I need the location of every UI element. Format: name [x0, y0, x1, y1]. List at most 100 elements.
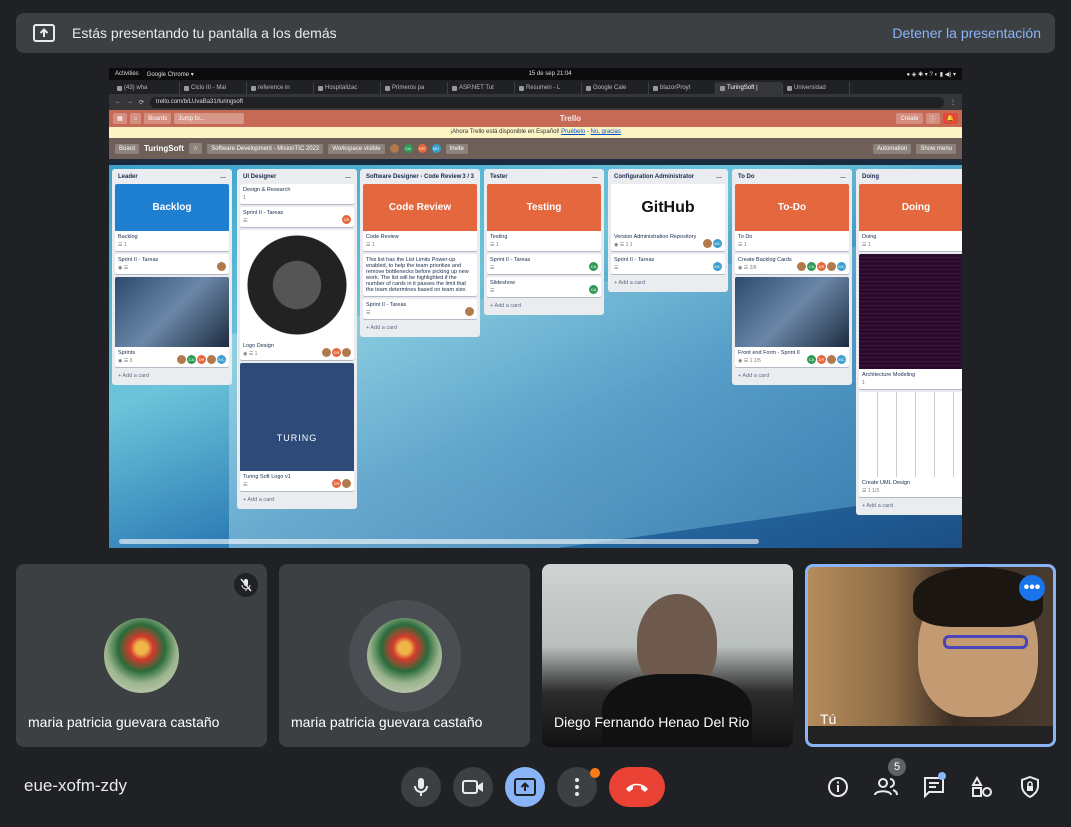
member-avatar[interactable]: CA [187, 355, 196, 364]
trello-card[interactable]: Architecture Modeling 1 [859, 254, 962, 389]
member-avatar[interactable]: CA [807, 262, 816, 271]
trello-list[interactable]: Leader… Backlog Backlog ☰ 1 Sprint II - Tare… [112, 169, 232, 385]
browser-tab[interactable]: Hospitalizac [314, 82, 381, 94]
info-icon[interactable]: ⓘ [925, 113, 940, 124]
browser-menu-icon[interactable]: ⋮ [950, 99, 956, 106]
list-header[interactable]: Configuration Administrator… [611, 172, 725, 184]
apps-icon[interactable]: ▦ [113, 113, 127, 124]
trello-list[interactable]: To Do… To-Do To Do ☰ 1 Create Backlog Cards ◉… [732, 169, 852, 385]
trello-card[interactable]: Doing Doing ☰ 1 [859, 184, 962, 251]
trello-card[interactable]: Sprint II - Tareas ◉ ☰ [115, 254, 229, 274]
trello-list[interactable]: UI Designer… Design & Research 1 Sprint II … [237, 169, 357, 509]
member-avatar[interactable]: DR [332, 348, 341, 357]
list-header[interactable]: To Do… [735, 172, 849, 184]
list-menu-icon[interactable]: … [716, 174, 722, 180]
member-avatar[interactable]: MC [837, 355, 846, 364]
browser-tab[interactable]: Resumen - L [515, 82, 582, 94]
member-avatar[interactable]: CA [807, 355, 816, 364]
add-card-button[interactable]: + Add a card [240, 494, 354, 506]
more-options-button[interactable]: ••• [1019, 575, 1045, 601]
visibility-button[interactable]: Workspace visible [328, 143, 385, 154]
trello-card[interactable]: Sprint II - Tareas ☰ CA [487, 254, 601, 274]
browser-tab[interactable]: Ciclo III - Mal [180, 82, 247, 94]
member-avatar[interactable] [389, 144, 399, 153]
participant-tile[interactable]: maria patricia guevara castaño [16, 564, 267, 747]
member-avatar[interactable] [827, 262, 836, 271]
no-thanks-link[interactable]: No, gracias [591, 129, 621, 135]
show-menu-button[interactable]: Show menu [916, 143, 956, 154]
member-avatar[interactable]: MC [837, 262, 846, 271]
member-avatar[interactable]: DR [197, 355, 206, 364]
member-avatar[interactable] [465, 307, 474, 316]
trello-card[interactable]: Backlog Backlog ☰ 1 [115, 184, 229, 251]
member-avatar[interactable]: MC [431, 144, 441, 153]
trello-card[interactable]: Front end Form - Sprint II ◉ ☰ 1 1/5 CA DR M… [735, 277, 849, 367]
board-scrollbar[interactable] [119, 539, 759, 544]
member-avatar[interactable]: MC [217, 355, 226, 364]
board-view-switch[interactable]: Board [115, 143, 140, 154]
trello-list[interactable]: Doing…DoingDoing☰ 1Architecture Modeling… [856, 169, 962, 515]
trello-list[interactable]: Tester… Testing Testing ☰ 1 Sprint II - Tare… [484, 169, 604, 315]
member-avatar[interactable]: MC [713, 262, 722, 271]
member-avatar[interactable]: DR [417, 144, 427, 153]
trello-card[interactable]: Code Review Code Review ☰ 1 [363, 184, 477, 251]
back-icon[interactable]: ← [115, 99, 121, 105]
list-menu-icon[interactable]: … [220, 174, 226, 180]
member-avatar[interactable]: DR [342, 215, 351, 224]
member-avatar[interactable] [342, 348, 351, 357]
trello-card[interactable]: Sprint II - Tareas ☰ MC [611, 254, 725, 274]
trello-list[interactable]: Software Designer - Code Review 3 / 3 Code… [360, 169, 480, 337]
add-card-button[interactable]: + Add a card [363, 322, 477, 334]
self-video-tile[interactable]: ••• Tú [805, 564, 1056, 747]
trello-card[interactable]: TURING Turing Soft Logo v1 ☰ DR [240, 363, 354, 491]
forward-icon[interactable]: → [127, 99, 133, 105]
list-header[interactable]: UI Designer… [240, 172, 354, 184]
trello-card[interactable]: Design & Research 1 [240, 184, 354, 204]
browser-tab[interactable]: blazorProyt [649, 82, 716, 94]
list-menu-icon[interactable]: … [840, 174, 846, 180]
member-avatar[interactable] [177, 355, 186, 364]
board-name[interactable]: TuringSoft [144, 144, 184, 153]
trello-card[interactable]: This list has the List Limits Power-up e… [363, 254, 477, 296]
member-avatar[interactable] [342, 479, 351, 488]
participant-tile[interactable]: maria patricia guevara castaño [279, 564, 530, 747]
browser-tab[interactable]: Primeros pa [381, 82, 448, 94]
home-icon[interactable]: ⌂ [129, 113, 142, 124]
trello-card[interactable]: To-Do To Do ☰ 1 [735, 184, 849, 251]
list-header[interactable]: Doing… [859, 172, 962, 184]
trello-card[interactable]: Sprint II - Tareas ☰ [363, 299, 477, 319]
trello-card[interactable]: Logo Design ◉ ☰ 1 DR [240, 230, 354, 360]
add-card-button[interactable]: + Add a card [611, 277, 725, 289]
member-avatar[interactable]: DR [817, 262, 826, 271]
member-avatar[interactable]: CA [403, 144, 413, 153]
browser-tab[interactable]: ASP.NET Tut [448, 82, 515, 94]
trello-card[interactable]: Testing Testing ☰ 1 [487, 184, 601, 251]
list-header[interactable]: Tester… [487, 172, 601, 184]
member-avatar[interactable]: DR [817, 355, 826, 364]
add-card-button[interactable]: + Add a card [115, 370, 229, 382]
trello-list[interactable]: Configuration Administrator… GitHub Versio… [608, 169, 728, 292]
list-header[interactable]: Software Designer - Code Review 3 / 3 [363, 172, 477, 184]
member-avatar[interactable] [322, 348, 331, 357]
browser-tab[interactable]: TuringSoft | [716, 82, 783, 94]
add-card-button[interactable]: + Add a card [487, 300, 601, 312]
trello-card[interactable]: Sprint II - Tareas ☰ DR [240, 207, 354, 227]
member-avatar[interactable] [703, 239, 712, 248]
member-avatar[interactable]: CA [589, 262, 598, 271]
create-button[interactable]: Create [896, 113, 923, 124]
member-avatar[interactable] [797, 262, 806, 271]
leave-call-button[interactable] [609, 767, 665, 807]
meeting-details-button[interactable] [818, 767, 858, 807]
browser-tab[interactable]: Universidad [783, 82, 850, 94]
trello-card[interactable]: Slideshow ☰ CA [487, 277, 601, 297]
invite-button[interactable]: Invite [445, 143, 468, 154]
browser-tab[interactable]: (43) wha [113, 82, 180, 94]
member-avatar[interactable] [207, 355, 216, 364]
add-card-button[interactable]: + Add a card [735, 370, 849, 382]
stop-presenting-button[interactable]: Detener la presentación [892, 25, 1041, 41]
trello-card[interactable]: GitHub Version Administration Repository ◉… [611, 184, 725, 251]
member-avatar[interactable]: DR [332, 479, 341, 488]
automation-button[interactable]: Automation [872, 143, 912, 154]
star-icon[interactable]: ☆ [188, 143, 203, 154]
browser-tab[interactable]: reference in [247, 82, 314, 94]
